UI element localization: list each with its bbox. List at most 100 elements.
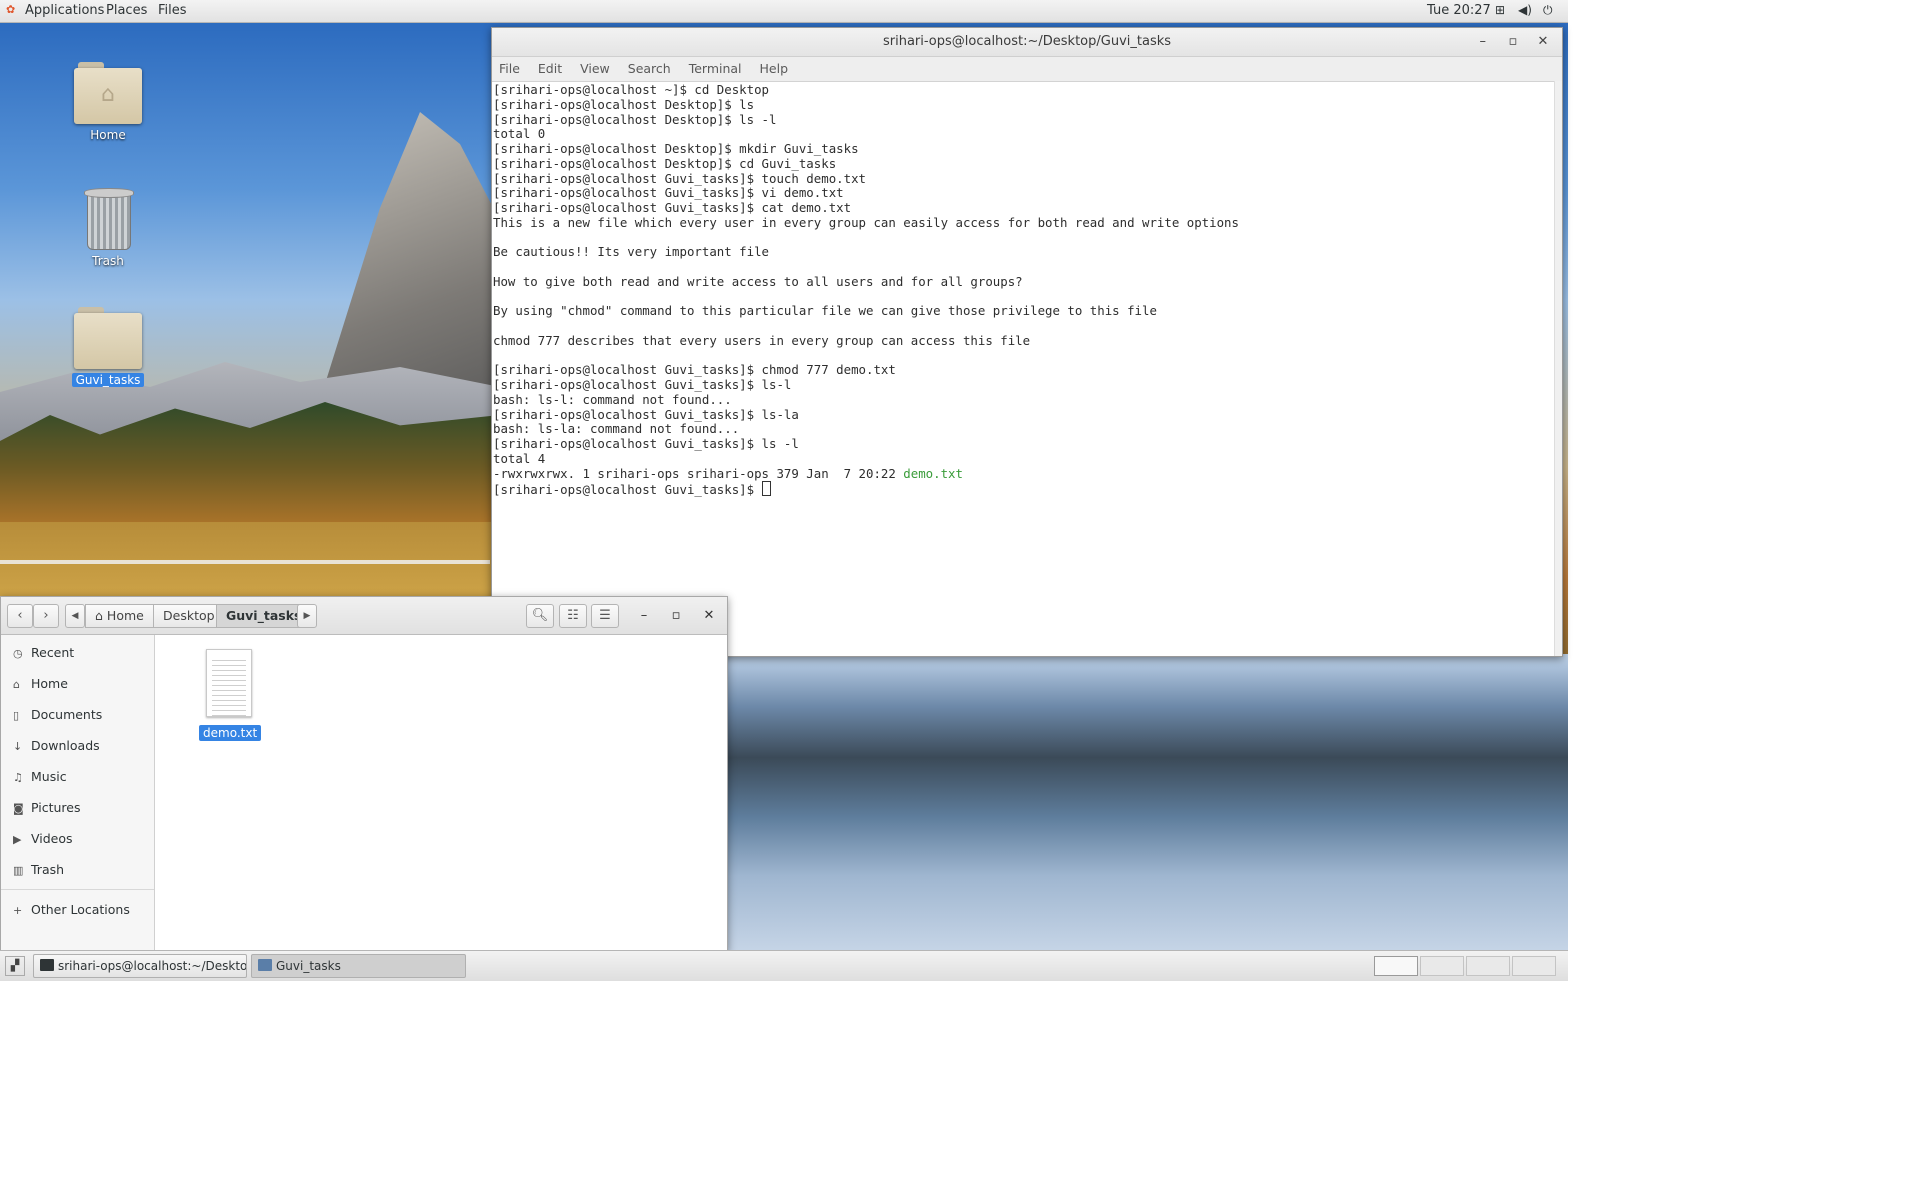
terminal-line: [srihari-ops@localhost Guvi_tasks]$ chmo… [493, 362, 896, 378]
sidebar-item-trash[interactable]: ▥ Trash [1, 854, 154, 885]
taskbar-item-label: srihari-ops@localhost:~/Desktop/Gu... [58, 959, 247, 973]
breadcrumb-home[interactable]: ⌂ Home [85, 604, 154, 628]
sidebar-item-downloads[interactable]: ↓ Downloads [1, 730, 154, 761]
list-view-icon: ☷ [567, 608, 579, 623]
menu-help[interactable]: Help [760, 57, 789, 81]
terminal-scrollbar[interactable] [1554, 81, 1562, 656]
menu-view[interactable]: View [580, 57, 610, 81]
desktop-guvi-tasks-folder[interactable]: Guvi_tasks [63, 307, 153, 388]
menu-edit[interactable]: Edit [538, 57, 562, 81]
desktop-trash-icon[interactable]: Trash [63, 188, 153, 269]
minimize-icon[interactable]: – [1470, 28, 1496, 56]
sidebar-item-documents[interactable]: ▯ Documents [1, 699, 154, 730]
breadcrumb-home-label: Home [106, 608, 144, 623]
network-icon[interactable]: ⊞ [1495, 3, 1505, 17]
search-button[interactable]: 🔍︎ [526, 604, 554, 628]
workspace-2[interactable] [1420, 956, 1464, 976]
home-icon: ⌂ [13, 678, 20, 691]
terminal-line: [srihari-ops@localhost ~]$ cd Desktop [493, 82, 770, 97]
volume-icon[interactable]: ◀) [1518, 3, 1532, 17]
file-view[interactable]: demo.txt [155, 635, 727, 951]
window-title: srihari-ops@localhost:~/Desktop/Guvi_tas… [882, 34, 1172, 49]
sidebar-item-label: Downloads [31, 738, 100, 753]
terminal-output[interactable]: [srihari-ops@localhost ~]$ cd Desktop [sr… [492, 81, 1554, 656]
minimize-icon[interactable]: – [633, 605, 655, 627]
maximize-icon[interactable]: ▫ [665, 605, 687, 627]
desktop-icon-label: Trash [92, 254, 124, 268]
hamburger-icon: ☰ [599, 608, 611, 623]
menu-button[interactable]: ☰ [591, 604, 619, 628]
sidebar-item-label: Trash [31, 862, 65, 877]
terminal-line: chmod 777 describes that every users in … [493, 332, 1031, 348]
workspace-1[interactable] [1374, 956, 1418, 976]
top-panel: ✿ Applications Places Files Tue 20:27 ⊞ … [0, 0, 1568, 23]
close-icon[interactable]: ✕ [1530, 28, 1556, 56]
back-button[interactable]: ‹ [7, 604, 33, 628]
terminal-line: bash: ls-la: command not found... [493, 421, 740, 437]
terminal-prompt-line[interactable]: [srihari-ops@localhost Guvi_tasks]$ [493, 481, 1554, 498]
file-manager-window[interactable]: ‹ › ◀ ⌂ Home Desktop Guvi_tasks ▶ 🔍︎ ☷ ☰… [0, 596, 728, 952]
clock-icon: ◷ [13, 647, 23, 660]
wallpaper-lake [726, 654, 1568, 950]
menu-terminal[interactable]: Terminal [689, 57, 742, 81]
sidebar-item-videos[interactable]: ▶ Videos [1, 823, 154, 854]
sidebar-item-other-locations[interactable]: + Other Locations [1, 894, 154, 925]
terminal-line: [srihari-ops@localhost Desktop]$ ls [493, 96, 755, 112]
gnome-foot-icon: ✿ [6, 3, 16, 16]
sidebar-item-label: Music [31, 769, 67, 784]
close-icon[interactable]: ✕ [698, 605, 720, 627]
sidebar-divider [1, 889, 154, 890]
desktop-icon-label: Guvi_tasks [71, 373, 145, 387]
terminal-titlebar[interactable]: srihari-ops@localhost:~/Desktop/Guvi_tas… [492, 28, 1562, 57]
file-manager-headerbar: ‹ › ◀ ⌂ Home Desktop Guvi_tasks ▶ 🔍︎ ☷ ☰… [1, 597, 727, 635]
files-menu[interactable]: Files [158, 3, 187, 18]
taskbar-item-terminal[interactable]: srihari-ops@localhost:~/Desktop/Gu... [33, 954, 247, 978]
home-icon: ⌂ [95, 608, 107, 623]
document-icon: ▯ [13, 709, 20, 722]
terminal-line: [srihari-ops@localhost Desktop]$ cd Guvi… [493, 155, 837, 171]
terminal-prompt: [srihari-ops@localhost Guvi_tasks]$ [493, 482, 762, 498]
sidebar-item-home[interactable]: ⌂ Home [1, 668, 154, 699]
desktop-home-icon[interactable]: ⌂ Home [63, 62, 153, 143]
file-item-label: demo.txt [199, 725, 262, 741]
applications-menu[interactable]: Applications [25, 3, 104, 18]
sidebar-item-pictures[interactable]: ◙ Pictures [1, 792, 154, 823]
terminal-window[interactable]: srihari-ops@localhost:~/Desktop/Guvi_tas… [491, 27, 1563, 657]
breadcrumb-desktop[interactable]: Desktop [153, 604, 225, 628]
download-icon: ↓ [13, 740, 23, 753]
video-icon: ▶ [13, 833, 22, 846]
terminal-line: total 4 [493, 450, 546, 466]
sidebar-item-label: Recent [31, 645, 75, 660]
music-icon: ♫ [13, 771, 23, 784]
terminal-line: This is a new file which every user in e… [493, 214, 1239, 230]
power-icon[interactable]: ⏻ [1543, 3, 1553, 18]
file-listing-details: -rwxrwxrwx. 1 srihari-ops srihari-ops 37… [493, 465, 904, 481]
camera-icon: ◙ [13, 802, 24, 815]
terminal-line: Be cautious!! Its very important file [493, 244, 770, 260]
workspace-4[interactable] [1512, 956, 1556, 976]
taskbar-item-files[interactable]: Guvi_tasks [251, 954, 466, 978]
workspace-3[interactable] [1466, 956, 1510, 976]
show-desktop-button[interactable]: ▞ [5, 956, 25, 976]
view-toggle-button[interactable]: ☷ [559, 604, 587, 628]
breadcrumb-left-arrow[interactable]: ◀ [65, 604, 85, 628]
places-menu[interactable]: Places [106, 3, 147, 18]
menu-search[interactable]: Search [628, 57, 671, 81]
forward-button[interactable]: › [33, 604, 59, 628]
terminal-cursor [761, 481, 771, 497]
sidebar-item-music[interactable]: ♫ Music [1, 761, 154, 792]
breadcrumb-right-arrow[interactable]: ▶ [297, 604, 317, 628]
maximize-icon[interactable]: ▫ [1500, 28, 1526, 56]
trash-can-icon [84, 188, 134, 250]
clock[interactable]: Tue 20:27 [1427, 3, 1491, 18]
show-desktop-icon: ▞ [10, 959, 20, 972]
sidebar-item-recent[interactable]: ◷ Recent [1, 637, 154, 668]
file-item-demo-txt[interactable]: demo.txt [199, 649, 262, 741]
plus-icon: + [13, 904, 23, 917]
wallpaper-fence [0, 560, 490, 564]
menu-file[interactable]: File [499, 57, 520, 81]
terminal-line: -rwxrwxrwx. 1 srihari-ops srihari-ops 37… [493, 465, 1554, 482]
